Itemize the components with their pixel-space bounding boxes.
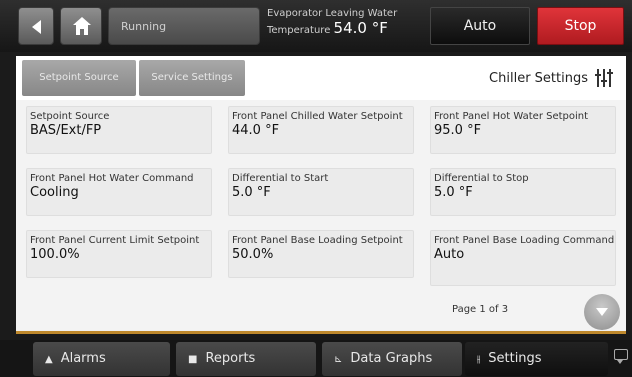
nav-label: Data Graphs bbox=[350, 351, 433, 366]
nav-alarms[interactable]: ▲ Alarms bbox=[33, 342, 170, 376]
setting-value: Cooling bbox=[30, 185, 79, 200]
setting-value: Auto bbox=[434, 247, 465, 262]
nav-settings[interactable]: ⫲ Settings bbox=[465, 342, 608, 376]
nav-data-graphs[interactable]: ⊾ Data Graphs bbox=[322, 342, 462, 376]
setting-label: Front Panel Base Loading Command bbox=[434, 235, 615, 246]
report-icon: ■ bbox=[188, 354, 198, 365]
setting-differential-to-stop[interactable]: Differential to Stop 5.0 °F bbox=[430, 168, 616, 216]
setting-hot-water-command[interactable]: Front Panel Hot Water Command Cooling bbox=[26, 168, 212, 216]
setting-label: Differential to Stop bbox=[434, 173, 529, 184]
setting-value: 5.0 °F bbox=[434, 185, 473, 200]
page-indicator: Page 1 of 3 bbox=[452, 304, 509, 315]
setting-label: Setpoint Source bbox=[30, 111, 110, 122]
top-bar: Running Evaporator Leaving Water Tempera… bbox=[0, 0, 632, 52]
graph-icon: ⊾ bbox=[334, 354, 343, 365]
setting-label: Front Panel Base Loading Setpoint bbox=[232, 235, 403, 246]
nav-reports[interactable]: ■ Reports bbox=[176, 342, 316, 376]
setting-label: Front Panel Chilled Water Setpoint bbox=[232, 111, 403, 122]
running-status: Running bbox=[108, 7, 260, 45]
nav-label: Settings bbox=[488, 351, 542, 366]
setting-hot-water-setpoint[interactable]: Front Panel Hot Water Setpoint 95.0 °F bbox=[430, 106, 616, 154]
tab-service-settings[interactable]: Service Settings bbox=[139, 60, 245, 96]
setting-setpoint-source[interactable]: Setpoint Source BAS/Ext/FP bbox=[26, 106, 212, 154]
setting-value: 50.0% bbox=[232, 247, 274, 262]
home-button[interactable] bbox=[60, 7, 102, 45]
bottom-nav: ▲ Alarms ■ Reports ⊾ Data Graphs ⫲ Settings bbox=[0, 340, 632, 377]
back-button[interactable] bbox=[18, 7, 54, 45]
tab-setpoint-source[interactable]: Setpoint Source bbox=[22, 60, 136, 96]
home-icon bbox=[73, 17, 91, 35]
setting-value: 5.0 °F bbox=[232, 185, 271, 200]
evaporator-leaving-water-readout: Evaporator Leaving Water Temperature 54.… bbox=[267, 8, 397, 39]
chiller-settings-panel: Setpoint Source Service Settings Chiller… bbox=[16, 56, 626, 334]
tab-strip: Setpoint Source Service Settings Chiller… bbox=[16, 56, 626, 100]
message-icon[interactable] bbox=[614, 349, 628, 364]
alarm-bell-icon: ▲ bbox=[45, 354, 53, 365]
auto-button[interactable]: Auto bbox=[430, 7, 530, 45]
setting-value: 44.0 °F bbox=[232, 123, 280, 138]
settings-sliders-icon bbox=[595, 69, 613, 87]
setting-label: Front Panel Hot Water Setpoint bbox=[434, 111, 589, 122]
setting-label: Front Panel Current Limit Setpoint bbox=[30, 235, 200, 246]
stop-button[interactable]: Stop bbox=[537, 7, 624, 45]
nav-label: Reports bbox=[205, 351, 256, 366]
setting-label: Front Panel Hot Water Command bbox=[30, 173, 194, 184]
setting-base-loading-setpoint[interactable]: Front Panel Base Loading Setpoint 50.0% bbox=[228, 230, 414, 278]
evap-value: 54.0 °F bbox=[333, 19, 388, 37]
panel-title: Chiller Settings bbox=[489, 71, 588, 86]
setting-label: Differential to Start bbox=[232, 173, 329, 184]
setting-value: 95.0 °F bbox=[434, 123, 482, 138]
setting-value: BAS/Ext/FP bbox=[30, 123, 102, 138]
status-text: Running bbox=[121, 20, 167, 33]
nav-label: Alarms bbox=[60, 351, 106, 366]
settings-sliders-icon: ⫲ bbox=[477, 354, 481, 365]
evap-label-line2: Temperature bbox=[267, 25, 331, 36]
scroll-down-button[interactable] bbox=[584, 294, 620, 330]
setting-chilled-water-setpoint[interactable]: Front Panel Chilled Water Setpoint 44.0 … bbox=[228, 106, 414, 154]
setting-base-loading-command[interactable]: Front Panel Base Loading Command Auto bbox=[430, 230, 616, 286]
setting-value: 100.0% bbox=[30, 247, 80, 262]
setting-current-limit-setpoint[interactable]: Front Panel Current Limit Setpoint 100.0… bbox=[26, 230, 212, 278]
setting-differential-to-start[interactable]: Differential to Start 5.0 °F bbox=[228, 168, 414, 216]
